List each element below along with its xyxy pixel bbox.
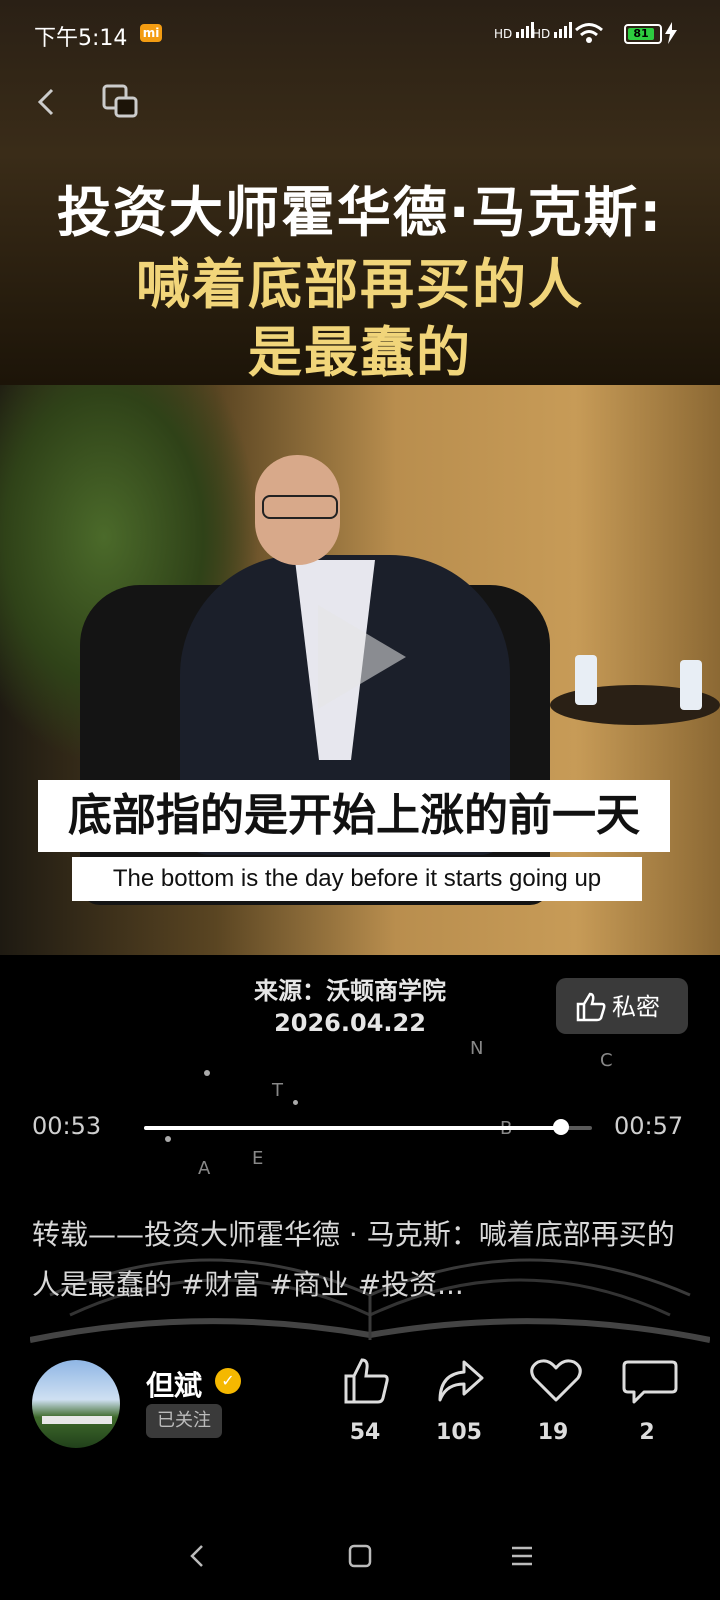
water-bottle — [680, 660, 702, 710]
nav-home-icon[interactable] — [336, 1532, 384, 1580]
comment-icon[interactable] — [620, 1356, 680, 1406]
follow-button[interactable]: 已关注 — [146, 1404, 222, 1438]
share-count: 105 — [436, 1420, 482, 1445]
charging-icon — [665, 22, 677, 44]
status-time: 下午5:14 — [34, 26, 128, 51]
signal-hd-1-label: HD — [494, 27, 513, 41]
hero-title-line1: 投资大师霍华德·马克斯: — [56, 181, 664, 244]
decor-letter: N — [470, 1038, 484, 1059]
back-icon[interactable] — [28, 82, 68, 122]
nav-menu-icon[interactable] — [498, 1532, 546, 1580]
share-icon[interactable] — [432, 1356, 492, 1406]
comment-count: 2 — [639, 1420, 655, 1445]
copy-icon[interactable] — [100, 82, 140, 122]
play-icon[interactable] — [318, 605, 406, 709]
private-label: 私密 — [612, 993, 660, 1021]
avatar-building — [42, 1416, 112, 1424]
signal-hd-1: HD — [494, 22, 536, 41]
like-icon[interactable] — [340, 1356, 400, 1406]
author-name[interactable]: 但斌 — [146, 1364, 202, 1404]
source-date: 2026.04.22 — [274, 1009, 426, 1037]
signal-hd-2-label: HD — [532, 27, 551, 41]
current-time: 00:53 — [32, 1112, 102, 1140]
battery-level: 81 — [628, 28, 654, 40]
nav-back-icon[interactable] — [174, 1532, 222, 1580]
heart-icon[interactable] — [526, 1356, 586, 1406]
hero-title-line3: 是最蠢的 — [248, 321, 472, 384]
mi-badge: mi — [140, 24, 162, 42]
source-info: 来源：沃顿商学院 2026.04.22 — [180, 975, 520, 1039]
signal-bars-icon — [554, 22, 573, 38]
progress-knob[interactable] — [553, 1119, 569, 1135]
video-player[interactable]: 底部指的是开始上涨的前一天 The bottom is the day befo… — [0, 385, 720, 955]
battery-icon: 81 — [624, 24, 662, 44]
source-line1: 来源：沃顿商学院 — [254, 977, 446, 1005]
verified-badge-icon: ✓ — [215, 1368, 241, 1394]
favorite-count: 19 — [537, 1420, 569, 1445]
decor-dot — [204, 1070, 210, 1076]
water-bottle — [575, 655, 597, 705]
decor-letter: T — [272, 1080, 283, 1101]
subtitle-en: The bottom is the day before it starts g… — [112, 865, 602, 892]
avatar[interactable] — [32, 1360, 120, 1448]
speaker-glasses — [262, 495, 338, 519]
wifi-icon — [575, 23, 603, 43]
post-caption[interactable]: 转载——投资大师霍华德 · 马克斯：喊着底部再买的人是最蠢的 #财富 #商业 #… — [32, 1210, 692, 1310]
thumb-icon — [576, 992, 606, 1022]
decor-dot — [165, 1136, 171, 1142]
signal-hd-2: HD — [532, 22, 574, 41]
total-time: 00:57 — [614, 1112, 684, 1140]
subtitle-cn: 底部指的是开始上涨的前一天 — [68, 790, 640, 841]
progress-fill — [144, 1126, 561, 1130]
like-count: 54 — [349, 1420, 381, 1445]
decor-dot — [293, 1100, 298, 1105]
decor-letter: C — [600, 1050, 613, 1071]
